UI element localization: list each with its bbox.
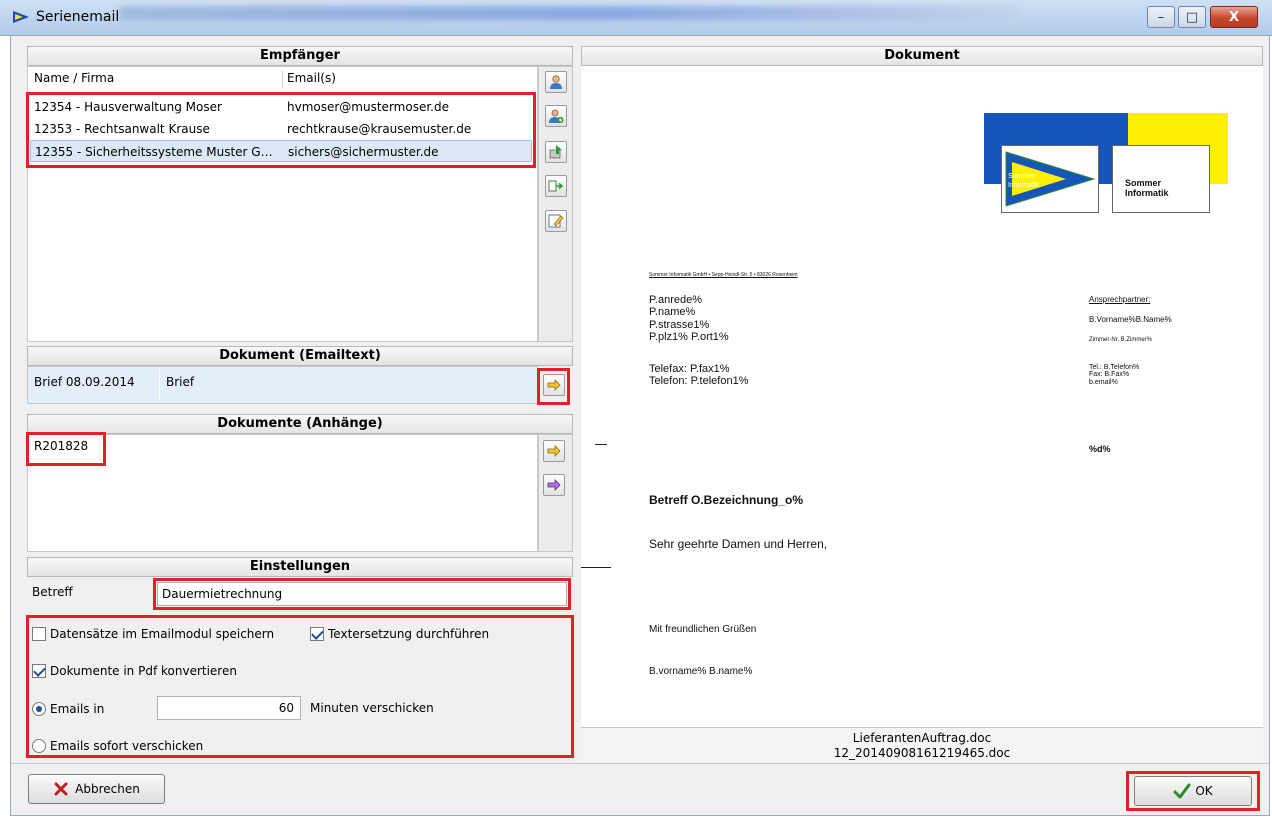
emails-in-label: Emails in [50, 702, 105, 716]
radio-dot[interactable] [32, 739, 46, 753]
file-name[interactable]: 12_20140908161219465.doc [581, 746, 1263, 761]
cell-divider [159, 369, 160, 401]
recipient-email: rechtkrause@krausemuster.de [287, 122, 472, 136]
letter-subject: Betreff O.Bezeichnung_o% [649, 493, 804, 507]
ok-button[interactable]: OK [1134, 776, 1252, 806]
logo-right-text-1: Sommer [1125, 178, 1162, 188]
radio-dot[interactable] [32, 702, 46, 716]
subject-label: Betreff [32, 585, 73, 599]
title-bar: Serienemail – □ X [0, 0, 1272, 36]
convert-pdf-label: Dokumente in Pdf konvertieren [50, 664, 237, 678]
date-field: %d% [1089, 444, 1111, 454]
file-name[interactable]: LieferantenAuftrag.doc [581, 731, 1263, 746]
edit-icon[interactable] [545, 210, 567, 232]
contact-line: Tel.: B.Telefon% [1089, 364, 1140, 371]
attachments-list[interactable]: R201828 [27, 434, 538, 552]
preview-header: Dokument [581, 46, 1263, 66]
document-text-row[interactable]: Brief 08.09.2014 Brief [27, 366, 538, 404]
col-name-firma[interactable]: Name / Firma [34, 67, 114, 89]
recipient-email: sichers@sichermuster.de [288, 145, 439, 159]
ok-label: OK [1195, 784, 1213, 798]
minutes-suffix: Minuten verschicken [310, 701, 434, 715]
logo-right-text-2: Informatik [1125, 188, 1169, 198]
table-row-selected[interactable]: 12355 - Sicherheitssysteme Muster GmbH s… [30, 140, 532, 162]
app-icon [13, 11, 29, 23]
add-attachment-arrow-icon[interactable] [543, 440, 565, 462]
send-now-label: Emails sofort verschicken [50, 739, 204, 753]
save-records-label: Datensätze im Emailmodul speichern [50, 627, 275, 641]
letter-signature: B.vorname% B.name% [649, 666, 753, 677]
document-name: Brief [166, 375, 195, 389]
fax-line: Telefax: P.fax1% [649, 363, 730, 375]
column-divider [282, 70, 283, 88]
recipient-name: 12353 - Rechtsanwalt Krause [34, 122, 210, 136]
minutes-input[interactable]: 60 [157, 696, 301, 720]
address-line: P.anrede% [649, 294, 703, 306]
subject-input[interactable]: Dauermietrechnung [157, 582, 567, 606]
checkbox-box[interactable] [32, 664, 46, 678]
contact-room: Zimmer-Nr. B.Zimmer% [1089, 337, 1152, 343]
attachment-item[interactable]: R201828 [34, 439, 88, 453]
recipient-email: hvmoser@mustermoser.de [287, 100, 449, 114]
import-icon[interactable] [545, 141, 567, 163]
select-document-arrow-icon[interactable] [543, 374, 565, 396]
emails-in-radio[interactable]: Emails in [32, 699, 104, 719]
contact-name: B.Vorname%B.Name% [1089, 315, 1172, 324]
convert-pdf-checkbox[interactable]: Dokumente in Pdf konvertieren [32, 661, 237, 681]
check-icon [1173, 783, 1191, 799]
address-line: P.plz1% P.ort1% [649, 331, 729, 343]
send-now-radio[interactable]: Emails sofort verschicken [32, 736, 203, 756]
attachment-arrow-purple-icon[interactable] [543, 474, 565, 496]
text-replace-label: Textersetzung durchführen [328, 627, 490, 641]
logo-left-text-2: Informatik [1008, 182, 1039, 189]
contact-title: Ansprechpartner: [1089, 295, 1151, 304]
contact-line: b.email% [1089, 379, 1118, 386]
blurred-background-strip [120, 6, 1020, 20]
checkbox-box[interactable] [310, 627, 324, 641]
logo-right-card: Sommer Informatik [1112, 145, 1210, 213]
attachments-header: Dokumente (Anhänge) [27, 414, 573, 434]
fold-mark [595, 444, 607, 445]
contact-line: Fax: B.Fax% [1089, 371, 1130, 378]
phone-line: Telefon: P.telefon1% [649, 375, 749, 387]
recipients-header: Empfänger [27, 46, 573, 66]
table-row[interactable]: 12354 - Hausverwaltung Moser hvmoser@mus… [30, 96, 532, 118]
sender-line: Sommer Informatik GmbH • Sepp-Heindl-Str… [649, 272, 798, 278]
text-replace-checkbox[interactable]: Textersetzung durchführen [310, 624, 489, 644]
bottom-divider [11, 763, 1269, 764]
window-title: Serienemail [36, 9, 120, 25]
export-icon[interactable] [545, 175, 567, 197]
checkbox-box[interactable] [32, 627, 46, 641]
recipient-name: 12354 - Hausverwaltung Moser [34, 100, 222, 114]
document-text-header: Dokument (Emailtext) [27, 346, 573, 366]
logo-left-text-1: Sommer [1008, 173, 1035, 180]
settings-header: Einstellungen [27, 557, 573, 577]
save-records-checkbox[interactable]: Datensätze im Emailmodul speichern [32, 624, 274, 644]
punch-mark [581, 567, 611, 568]
letter-closing: Mit freundlichen Grüßen [649, 624, 757, 635]
document-preview[interactable]: Sommer Informatik Sommer Informatik Somm… [581, 66, 1263, 728]
person-icon[interactable] [545, 71, 567, 93]
minimize-button[interactable]: – [1147, 6, 1175, 28]
maximize-button[interactable]: □ [1178, 6, 1206, 28]
document-date: Brief 08.09.2014 [34, 375, 135, 389]
recipient-name: 12355 - Sicherheitssysteme Muster GmbH [35, 145, 283, 159]
cancel-label: Abbrechen [75, 782, 140, 796]
col-emails[interactable]: Email(s) [287, 67, 336, 89]
table-row[interactable]: 12353 - Rechtsanwalt Krause rechtkrause@… [30, 118, 532, 140]
address-line: P.name% [649, 306, 696, 318]
cancel-button[interactable]: Abbrechen [28, 774, 165, 804]
letter-salutation: Sehr geehrte Damen und Herren, [649, 537, 828, 551]
add-person-icon[interactable] [545, 105, 567, 127]
address-line: P.strasse1% [649, 319, 710, 331]
preview-file-list[interactable]: LieferantenAuftrag.doc 12_20140908161219… [581, 727, 1263, 763]
logo-left-card: Sommer Informatik [1001, 145, 1099, 213]
close-button[interactable]: X [1210, 6, 1258, 28]
cancel-x-icon [54, 782, 68, 796]
